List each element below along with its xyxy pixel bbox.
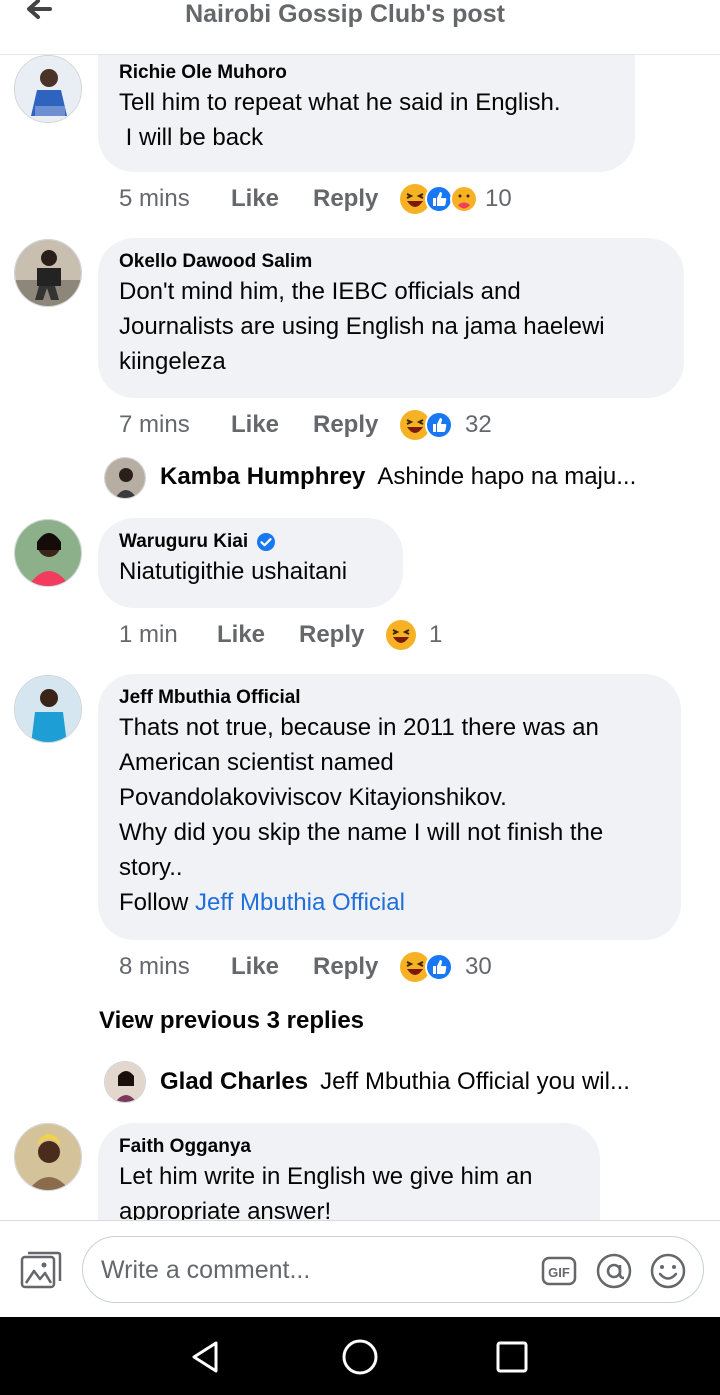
reactions-summary[interactable]: 1 (385, 619, 442, 651)
avatar[interactable] (14, 675, 82, 743)
reactions-summary[interactable]: 30 (399, 951, 492, 983)
comment-bubble: Jeff Mbuthia Official Thats not true, be… (98, 674, 681, 940)
system-recents-button[interactable] (492, 1337, 532, 1377)
comment-time[interactable]: 1 min (119, 621, 217, 649)
comment-author[interactable]: Richie Ole Muhoro (119, 61, 613, 85)
comment-box: GIF (82, 1236, 704, 1303)
top-bar: Nairobi Gossip Club's post (0, 0, 720, 55)
follow-line: Follow Jeff Mbuthia Official (119, 885, 659, 920)
comment-text: Tell him to repeat what he said in Engli… (119, 89, 561, 151)
recents-square-icon (496, 1341, 528, 1373)
reply-author: Glad Charles (160, 1068, 309, 1095)
comment-author[interactable]: Faith Ogganya (119, 1135, 578, 1159)
mention-icon (596, 1253, 632, 1289)
reply-text: Jeff Mbuthia Official you wil... (320, 1068, 630, 1095)
comment-author[interactable]: Waruguru Kiai (119, 530, 248, 554)
like-button[interactable]: Like (231, 411, 313, 439)
reply-button[interactable]: Reply (299, 621, 385, 649)
reply-avatar[interactable] (104, 457, 146, 499)
reaction-count: 32 (465, 411, 492, 438)
comment-author[interactable]: Okello Dawood Salim (119, 250, 662, 274)
emoji-icon (650, 1253, 686, 1289)
svg-text:GIF: GIF (548, 1265, 570, 1280)
comment-text: Don't mind him, the IEBC officials and J… (119, 278, 605, 375)
comment-bubble: Waruguru Kiai Niatutigithie ushaitani (98, 518, 403, 608)
system-back-button[interactable] (186, 1337, 226, 1377)
system-home-button[interactable] (340, 1337, 380, 1377)
photo-icon (20, 1251, 62, 1289)
reaction-count: 30 (465, 953, 492, 980)
comment-bubble: Okello Dawood Salim Don't mind him, the … (98, 238, 684, 398)
like-icon (425, 411, 453, 439)
comment-time[interactable]: 5 mins (119, 185, 231, 213)
reactions-summary[interactable]: 10 (399, 183, 512, 215)
comment-composer: GIF (0, 1220, 720, 1317)
comment-author-row: Waruguru Kiai (119, 530, 381, 554)
reply-preview[interactable]: Glad Charles Jeff Mbuthia Official you w… (160, 1068, 630, 1096)
mention-link[interactable]: Jeff Mbuthia Official (195, 889, 405, 916)
avatar[interactable] (14, 239, 82, 307)
comment-actions: 8 mins Like Reply 30 (119, 947, 492, 987)
emoji-button[interactable] (650, 1253, 686, 1289)
comment-actions: 7 mins Like Reply 32 (119, 405, 492, 445)
verified-badge-icon (257, 533, 276, 551)
comment-bubble: Faith Ogganya Let him write in English w… (98, 1123, 600, 1220)
like-button[interactable]: Like (231, 185, 313, 213)
reply-button[interactable]: Reply (313, 953, 399, 981)
avatar[interactable] (14, 1123, 82, 1191)
view-previous-replies[interactable]: View previous 3 replies (99, 1007, 364, 1035)
like-button[interactable]: Like (217, 621, 299, 649)
comment-text: Niatutigithie ushaitani (119, 558, 348, 585)
gif-icon: GIF (541, 1256, 577, 1286)
photo-button[interactable] (20, 1251, 62, 1291)
haha-icon (386, 620, 416, 650)
avatar[interactable] (14, 55, 82, 123)
system-nav-bar (0, 1317, 720, 1395)
reply-button[interactable]: Reply (313, 185, 399, 213)
comment-input[interactable] (101, 1251, 521, 1289)
reaction-count: 10 (485, 185, 512, 212)
reply-preview[interactable]: Kamba Humphrey Ashinde hapo na maju... (160, 463, 636, 491)
comment-time[interactable]: 7 mins (119, 411, 231, 439)
page-title: Nairobi Gossip Club's post (185, 0, 505, 28)
reply-button[interactable]: Reply (313, 411, 399, 439)
comment-actions: 5 mins Like Reply 10 (119, 179, 512, 219)
follow-prefix: Follow (119, 889, 196, 916)
like-icon (425, 953, 453, 981)
comments-feed[interactable]: Richie Ole Muhoro Tell him to repeat wha… (0, 55, 720, 1220)
reply-text: Ashinde hapo na maju... (377, 463, 637, 490)
like-button[interactable]: Like (231, 953, 313, 981)
gif-button[interactable]: GIF (541, 1253, 577, 1289)
care-icon (450, 185, 478, 213)
reaction-count: 1 (429, 621, 443, 648)
avatar[interactable] (14, 519, 82, 587)
mention-button[interactable] (596, 1253, 632, 1289)
comment-text: Let him write in English we give him an … (119, 1163, 533, 1220)
back-triangle-icon (192, 1341, 218, 1373)
reply-avatar[interactable] (104, 1061, 146, 1103)
comment-text: Thats not true, because in 2011 there wa… (119, 714, 604, 881)
comment-author[interactable]: Jeff Mbuthia Official (119, 686, 659, 710)
comment-actions: 1 min Like Reply 1 (119, 615, 442, 655)
home-circle-icon (342, 1339, 378, 1375)
reply-author: Kamba Humphrey (160, 463, 366, 490)
comment-time[interactable]: 8 mins (119, 953, 231, 981)
reactions-summary[interactable]: 32 (399, 409, 492, 441)
comment-bubble: Richie Ole Muhoro Tell him to repeat wha… (98, 55, 635, 172)
